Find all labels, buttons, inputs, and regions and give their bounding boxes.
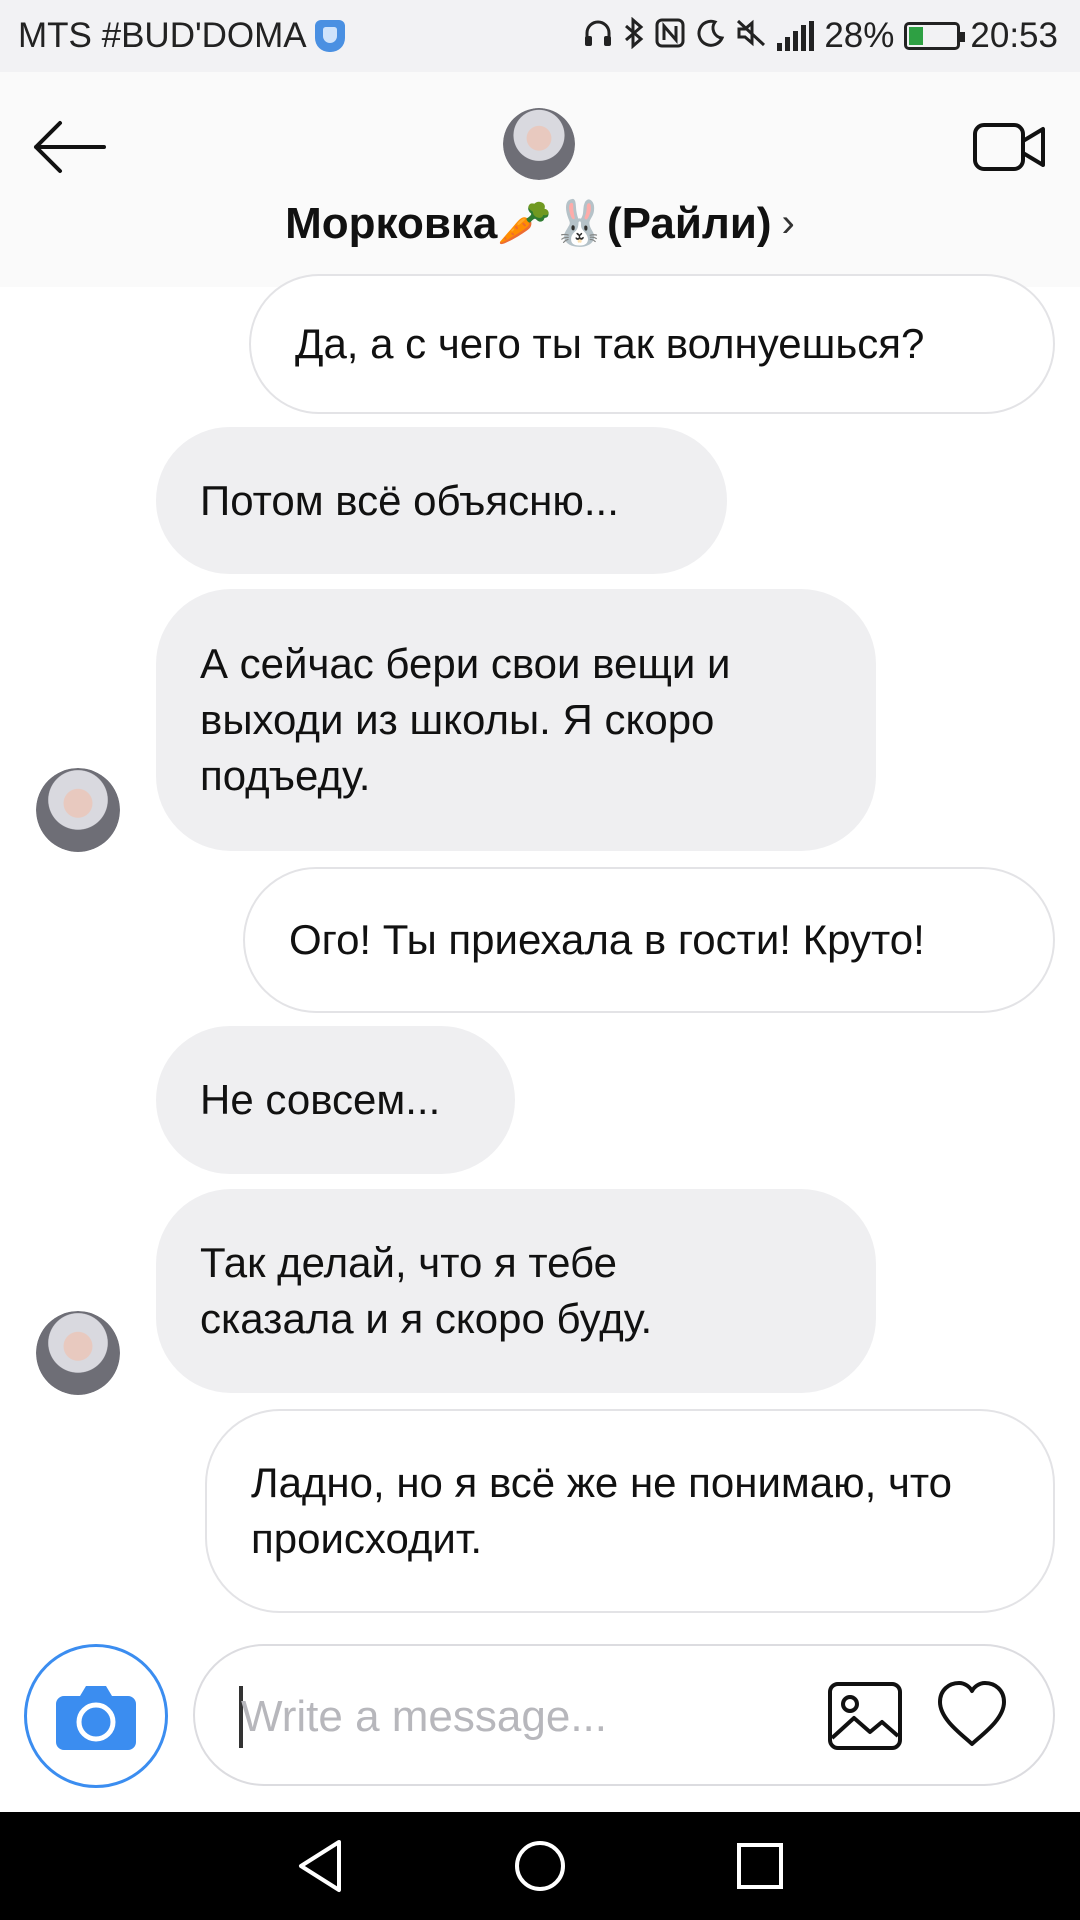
- message-input[interactable]: Write a message...: [241, 1686, 801, 1748]
- message-text: Не совсем...: [200, 1076, 441, 1123]
- battery-icon: [904, 22, 966, 50]
- system-nav-bar: [0, 1812, 1080, 1920]
- message-bubble-outgoing[interactable]: Да, а с чего ты так волнуешься?: [249, 274, 1055, 414]
- message-text: Ладно, но я всё же не понимаю, что проис…: [251, 1459, 952, 1562]
- message-text: Потом всё объясню...: [200, 476, 619, 524]
- image-icon: [828, 1682, 902, 1750]
- carrier-label: MTS #BUD'DOMA: [18, 16, 307, 55]
- nav-back-button[interactable]: [290, 1836, 350, 1896]
- bluetooth-icon: [623, 16, 645, 55]
- avatar-image: [503, 108, 575, 180]
- message-composer[interactable]: Write a message...: [193, 1644, 1055, 1786]
- message-bubble-outgoing[interactable]: Ладно, но я всё же не понимаю, что проис…: [205, 1409, 1055, 1613]
- heart-icon: [938, 1681, 1006, 1746]
- status-left: MTS #BUD'DOMA: [18, 16, 345, 56]
- battery-fill: [909, 27, 924, 45]
- arrow-left-icon: [34, 121, 106, 173]
- nfc-icon: [655, 18, 685, 54]
- clock: 20:53: [970, 16, 1058, 55]
- message-bubble-incoming[interactable]: Так делай, что я тебе сказала и я скоро …: [156, 1189, 876, 1393]
- message-text: Да, а с чего ты так волнуешься?: [295, 320, 925, 367]
- moon-icon: [695, 18, 725, 54]
- avatar-image: [36, 768, 120, 852]
- header-avatar[interactable]: [503, 108, 575, 180]
- dm-screen: MTS #BUD'DOMA 28% 20:53 Морковка🥕🐰(Райли…: [0, 0, 1080, 1920]
- shield-icon: [314, 20, 345, 52]
- contact-name: Морковка🥕🐰(Райли): [285, 199, 772, 248]
- nav-recents-button[interactable]: [730, 1836, 790, 1896]
- nav-home-button[interactable]: [510, 1836, 570, 1896]
- message-bubble-incoming[interactable]: А сейчас бери свои вещи и выходи из школ…: [156, 589, 876, 851]
- video-call-button[interactable]: [970, 112, 1050, 182]
- back-button[interactable]: [30, 112, 110, 182]
- status-right: 28% 20:53: [583, 16, 1058, 56]
- nav-recents-icon: [737, 1843, 783, 1889]
- nav-back-icon: [299, 1840, 341, 1892]
- message-bubble-incoming[interactable]: Не совсем...: [156, 1026, 515, 1174]
- message-text: А сейчас бери свои вещи и выходи из школ…: [200, 640, 731, 799]
- sender-avatar[interactable]: [36, 768, 120, 852]
- contact-title[interactable]: Морковка🥕🐰(Райли) ›: [0, 190, 1080, 256]
- sender-avatar[interactable]: [36, 1311, 120, 1395]
- chevron-right-icon: ›: [781, 200, 795, 245]
- message-text: Ого! Ты приехала в гости! Круто!: [289, 916, 925, 963]
- like-button[interactable]: [934, 1678, 1010, 1752]
- signal-icon: [777, 21, 815, 51]
- battery-percent: 28%: [824, 16, 895, 55]
- camera-button[interactable]: [24, 1644, 168, 1788]
- chat-header: Морковка🥕🐰(Райли) ›: [0, 72, 1080, 287]
- nav-home-icon: [515, 1841, 565, 1891]
- message-bubble-incoming[interactable]: Потом всё объясню...: [156, 427, 727, 574]
- video-camera-icon: [973, 123, 1045, 171]
- message-text: Так делай, что я тебе сказала и я скоро …: [200, 1239, 653, 1342]
- mute-icon: [735, 18, 767, 54]
- status-bar: MTS #BUD'DOMA 28% 20:53: [0, 0, 1080, 72]
- gallery-button[interactable]: [826, 1680, 904, 1752]
- camera-icon: [56, 1686, 136, 1750]
- camera-button-inner: [39, 1659, 153, 1773]
- avatar-image: [36, 1311, 120, 1395]
- headphones-icon: [583, 18, 613, 54]
- message-bubble-outgoing[interactable]: Ого! Ты приехала в гости! Круто!: [243, 867, 1055, 1013]
